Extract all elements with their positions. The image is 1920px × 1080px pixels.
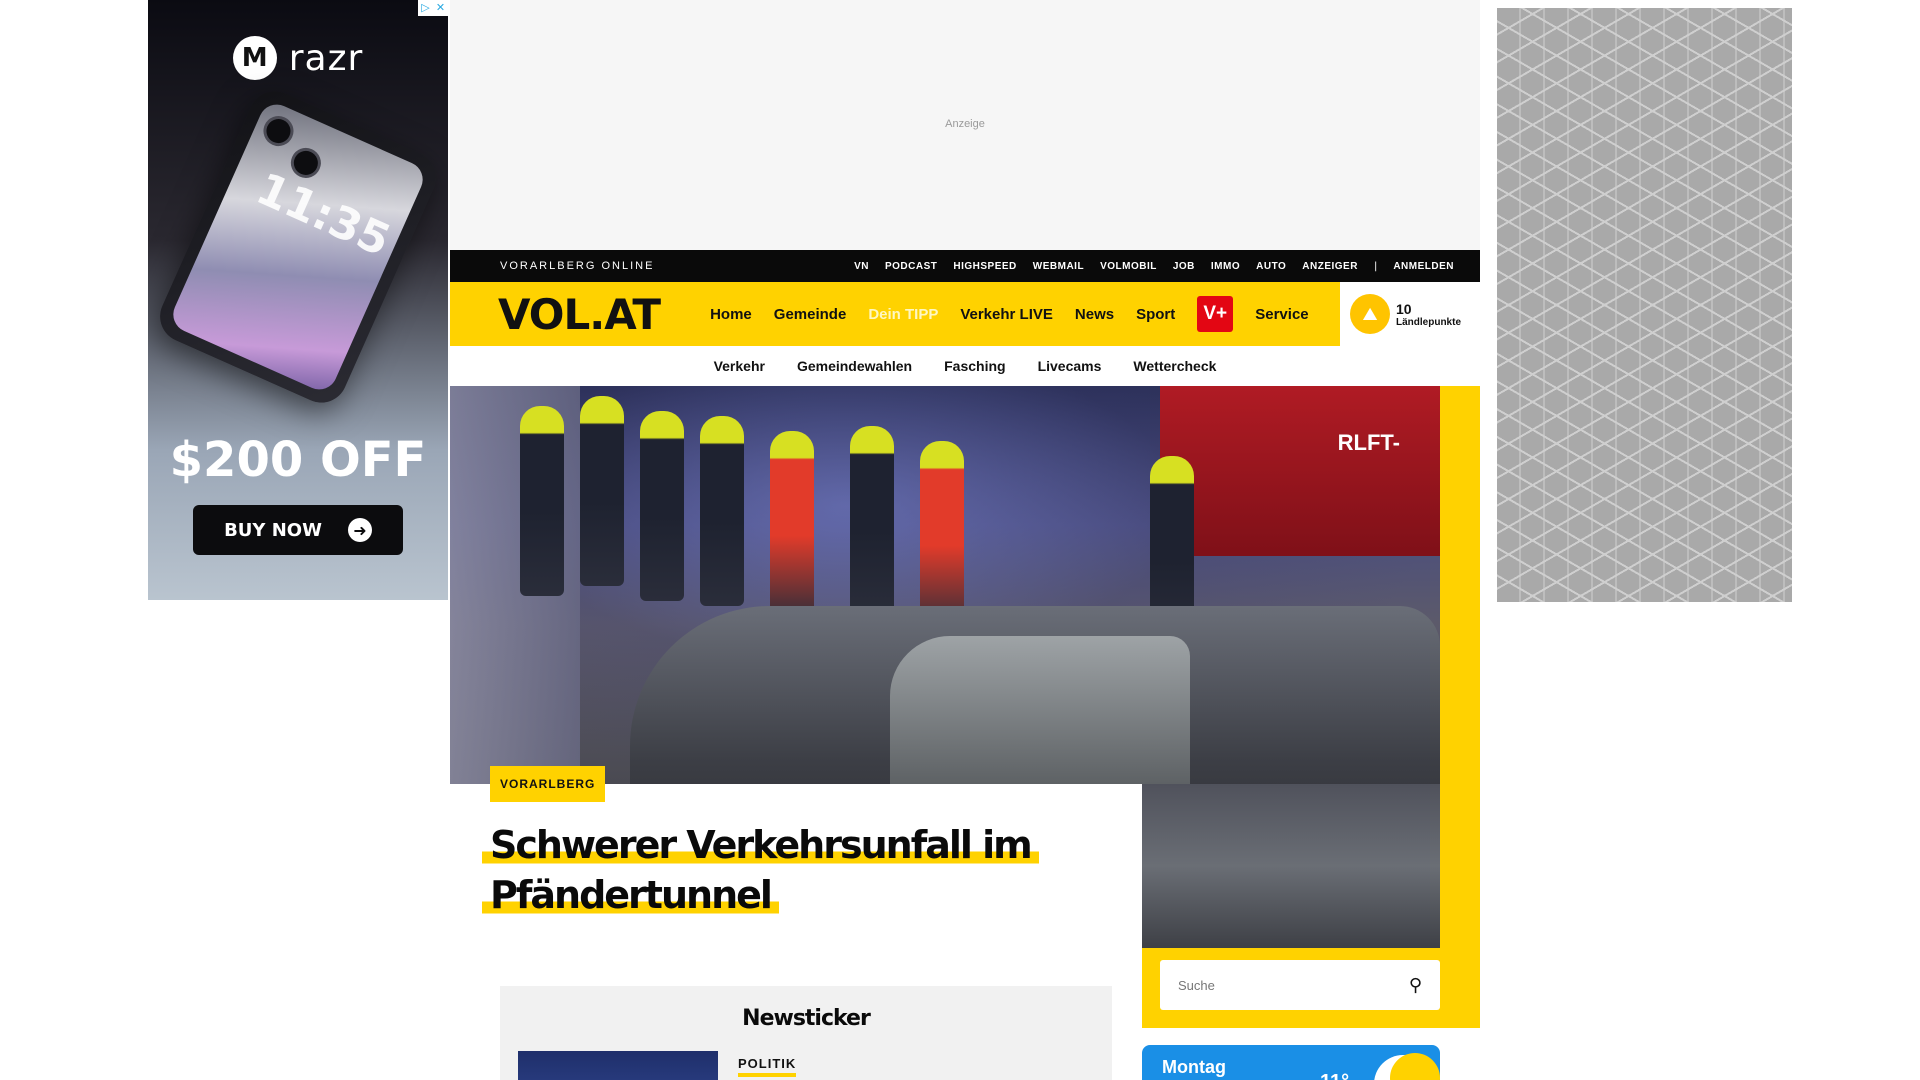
subnav-fasching[interactable]: Fasching — [944, 358, 1005, 374]
hero-image[interactable]: RLFT- — [450, 386, 1440, 784]
newsticker-title: Newsticker — [742, 1006, 871, 1031]
login-link[interactable]: ANMELDEN — [1393, 261, 1454, 272]
utility-link-job[interactable]: JOB — [1173, 261, 1195, 272]
site-brand-line: VORARLBERG ONLINE — [500, 260, 655, 272]
weather-day: Montag — [1162, 1057, 1226, 1077]
razr-wordmark: razr — [288, 37, 364, 79]
laendlepunkte-widget[interactable]: ⛰ 10 Ländlepunkte — [1340, 282, 1480, 346]
nav-dein-tipp[interactable]: Dein TIPP — [868, 306, 938, 323]
nav-gemeinde[interactable]: Gemeinde — [774, 306, 847, 323]
points-label: Ländlepunkte — [1396, 316, 1462, 328]
razr-logo: M razr — [148, 36, 448, 80]
truck-lettering: RLFT- — [1337, 430, 1400, 455]
top-ad-slot[interactable]: Anzeige — [450, 0, 1480, 250]
phone-image: 11:35 — [151, 82, 445, 412]
vol-at-site: VORARLBERG ONLINE VN PODCAST HIGHSPEED W… — [450, 250, 1480, 1080]
ad-label: Anzeige — [945, 118, 985, 130]
utility-bar: VORARLBERG ONLINE VN PODCAST HIGHSPEED W… — [450, 250, 1480, 282]
hero-image-extension — [1142, 784, 1440, 948]
nav-service[interactable]: Service — [1255, 306, 1308, 323]
weather-widget[interactable]: Montag 11° — [1142, 1045, 1440, 1080]
ad-choices-icon[interactable]: ▷ — [418, 0, 433, 16]
right-skyscraper-ad[interactable] — [1497, 8, 1792, 602]
points-value: 10 — [1396, 300, 1412, 317]
firefighter-figure — [640, 411, 684, 601]
vplus-button[interactable]: V+ — [1197, 296, 1234, 332]
phone-screen — [167, 98, 429, 396]
sub-nav: Verkehr Gemeindewahlen Fasching Livecams… — [450, 346, 1480, 386]
utility-link-highspeed[interactable]: HIGHSPEED — [953, 261, 1016, 272]
sun-cloud-icon — [1390, 1053, 1440, 1080]
mountain-icon: ⛰ — [1350, 294, 1390, 334]
utility-link-immo[interactable]: IMMO — [1211, 261, 1240, 272]
motorola-logo-icon: M — [232, 36, 277, 80]
newsticker-item-category[interactable]: POLITIK — [738, 1056, 797, 1077]
firefighter-figure — [700, 416, 744, 606]
razr-skyscraper-ad[interactable]: ▷ ✕ M razr 11:35 $200 OFF BUY NOW ➜ — [148, 0, 448, 600]
utility-link-webmail[interactable]: WEBMAIL — [1033, 261, 1084, 272]
utility-link-volmobil[interactable]: VOLMOBIL — [1100, 261, 1157, 272]
paramedic-figure — [920, 441, 964, 631]
search-box: ⚲ — [1160, 960, 1440, 1010]
paramedic-figure — [770, 431, 814, 621]
utility-link-anzeiger[interactable]: ANZEIGER — [1302, 261, 1358, 272]
ad-offer-text: $200 OFF — [169, 432, 427, 488]
nav-news[interactable]: News — [1075, 306, 1114, 323]
headline-line-1: Schwerer Verkehrsunfall im — [482, 823, 1039, 867]
subnav-gemeindewahlen[interactable]: Gemeindewahlen — [797, 358, 912, 374]
article-headline[interactable]: Schwerer Verkehrsunfall im Pfändertunnel — [482, 820, 1082, 920]
site-logo[interactable]: VOL.AT — [498, 290, 661, 339]
subnav-wettercheck[interactable]: Wettercheck — [1133, 358, 1216, 374]
nav-items: Home Gemeinde Dein TIPP Verkehr LIVE New… — [710, 296, 1309, 332]
utility-links: VN PODCAST HIGHSPEED WEBMAIL VOLMOBIL JO… — [854, 261, 1454, 272]
main-nav: VOL.AT Home Gemeinde Dein TIPP Verkehr L… — [450, 282, 1480, 346]
utility-link-auto[interactable]: AUTO — [1256, 261, 1286, 272]
article-category-badge[interactable]: VORARLBERG — [490, 766, 606, 802]
car-window — [890, 636, 1190, 784]
firefighter-figure — [520, 406, 564, 596]
newsticker: Newsticker POLITIK — [500, 986, 1112, 1080]
weather-temperature: 11° — [1320, 1071, 1349, 1080]
newsticker-thumbnail[interactable] — [518, 1051, 718, 1080]
utility-separator: | — [1373, 260, 1378, 272]
utility-link-vn[interactable]: VN — [854, 261, 869, 272]
nav-sport[interactable]: Sport — [1136, 306, 1175, 323]
headline-line-2: Pfändertunnel — [482, 873, 779, 917]
firefighter-figure — [850, 426, 894, 616]
ad-close-icon[interactable]: ✕ — [433, 0, 448, 16]
firefighter-figure — [580, 396, 624, 586]
subnav-livecams[interactable]: Livecams — [1038, 358, 1102, 374]
points-text: 10 Ländlepunkte — [1396, 301, 1461, 328]
fire-truck: RLFT- — [1160, 386, 1440, 556]
search-input[interactable] — [1178, 977, 1409, 993]
buy-now-label: BUY NOW — [224, 519, 322, 541]
utility-link-podcast[interactable]: PODCAST — [885, 261, 937, 272]
arrow-right-circle-icon: ➜ — [347, 518, 372, 542]
nav-home[interactable]: Home — [710, 306, 752, 323]
ad-choices-badge[interactable]: ▷ ✕ — [418, 0, 448, 16]
buy-now-button[interactable]: BUY NOW ➜ — [193, 505, 403, 555]
search-icon[interactable]: ⚲ — [1409, 975, 1422, 996]
subnav-verkehr[interactable]: Verkehr — [714, 358, 765, 374]
nav-verkehr-live[interactable]: Verkehr LIVE — [960, 306, 1053, 323]
